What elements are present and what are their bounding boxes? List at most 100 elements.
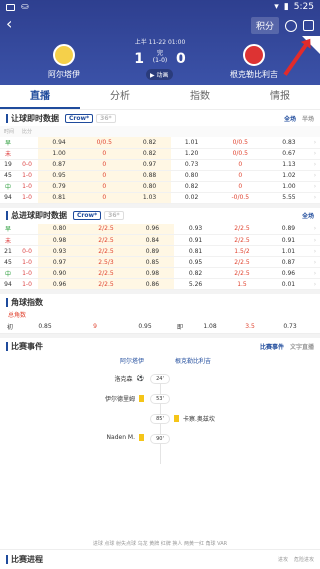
chevron-right-icon[interactable]: › bbox=[310, 245, 320, 257]
odds-cell: 0 bbox=[80, 181, 129, 193]
odds-cell: 0.80 bbox=[170, 170, 213, 182]
odds-row[interactable]: 94 1-0 0.96 2/2.5 0.86 5.26 1.5 0.01 › bbox=[0, 278, 320, 290]
tab-intel[interactable]: 情报 bbox=[240, 85, 320, 109]
odds-row[interactable]: 45 1-0 0.95 0 0.88 0.80 0 1.02 › bbox=[0, 170, 320, 182]
chevron-right-icon[interactable]: › bbox=[310, 278, 320, 290]
odds-cell: 94 bbox=[0, 278, 16, 290]
odds-cell: -0/0.5 bbox=[212, 192, 268, 204]
home-team-name: 阿尔塔伊 bbox=[48, 70, 80, 79]
chevron-right-icon[interactable]: › bbox=[310, 170, 320, 182]
odds-row[interactable]: 未 0.98 2/2.5 0.84 0.91 2/2.5 0.91 › bbox=[0, 234, 320, 246]
odds-cell: 0.67 bbox=[267, 148, 310, 160]
odds-cell: 0.82 bbox=[128, 137, 171, 149]
odds-cell: 0.95 bbox=[38, 170, 81, 182]
share-icon[interactable] bbox=[303, 20, 314, 31]
settings-icon[interactable] bbox=[285, 19, 297, 32]
animation-button[interactable]: ▶ 动画 bbox=[146, 69, 173, 80]
odds-cell bbox=[16, 137, 38, 149]
event-item: 洛克森 ⚽ bbox=[114, 375, 145, 383]
odds-row[interactable]: 中 1-0 0.79 0 0.80 0.82 0 1.00 › bbox=[0, 181, 320, 193]
odds-cell: 1-0 bbox=[16, 192, 38, 204]
odds-cell: 0.81 bbox=[38, 192, 81, 204]
odds-cell: 1-0 bbox=[16, 170, 38, 182]
crow-select-total[interactable]: Crow* bbox=[73, 211, 102, 220]
odds-row[interactable]: 45 1-0 0.97 2.5/3 0.85 0.95 2/2.5 0.87 › bbox=[0, 256, 320, 268]
odds-cell: 0.79 bbox=[38, 181, 81, 193]
points-button[interactable]: 积分 bbox=[250, 17, 279, 34]
odds-cell: 0.88 bbox=[128, 170, 171, 182]
odds-row[interactable]: 早 0.80 2/2.5 0.96 0.93 2/2.5 0.89 › bbox=[0, 223, 320, 235]
odds-cell: 1.13 bbox=[267, 159, 310, 171]
chevron-right-icon[interactable]: › bbox=[310, 192, 320, 204]
tab-live[interactable]: 直播 bbox=[0, 85, 80, 109]
odds-cell: 0.93 bbox=[38, 245, 82, 257]
back-icon[interactable]: ‹ bbox=[6, 16, 12, 32]
goal-icon: ⚽ bbox=[136, 375, 144, 382]
chevron-right-icon[interactable]: › bbox=[310, 159, 320, 171]
total-section-title: 总进球即时数据 Crow* 36* 全场 bbox=[0, 208, 320, 224]
wifi-icon: ▾ bbox=[274, 2, 279, 12]
odds-cell: 2/2.5 bbox=[81, 267, 131, 279]
odds-cell: 0.81 bbox=[173, 245, 218, 257]
odds-row[interactable]: 未 1.00 0 0.82 1.20 0/0.5 0.67 › bbox=[0, 148, 320, 160]
odds-cell: 1.02 bbox=[267, 170, 310, 182]
total-table: 早 0.80 2/2.5 0.96 0.93 2/2.5 0.89 › 未 0.98 2/2.5 0.… bbox=[0, 223, 320, 290]
scope-all[interactable]: 全场 bbox=[284, 114, 296, 123]
odds-row[interactable]: 19 0-0 0.87 0 0.97 0.73 0 1.13 › bbox=[0, 159, 320, 171]
odds-cell: 0.87 bbox=[38, 159, 81, 171]
events-section-title: 比赛事件 比赛事件 文字直播 bbox=[0, 338, 320, 354]
tag-danger-attack: 危险进攻 bbox=[293, 557, 314, 563]
odds-cell: 0 bbox=[212, 159, 268, 171]
odds-row[interactable]: 中 1-0 0.90 2/2.5 0.98 0.82 2/2.5 0.96 › bbox=[0, 267, 320, 279]
tab-analysis[interactable]: 分析 bbox=[80, 85, 160, 109]
odds-cell: 0 bbox=[212, 170, 268, 182]
chevron-right-icon[interactable]: › bbox=[310, 181, 320, 193]
odds-cell: 0.85 bbox=[130, 256, 174, 268]
odds-cell: 1.20 bbox=[170, 148, 213, 160]
event-minute: 85' bbox=[150, 414, 170, 424]
event-item: 卡察.奥兹坎 bbox=[174, 414, 215, 423]
odds-cell: 0.96 bbox=[130, 223, 174, 235]
crow-select[interactable]: Crow* bbox=[65, 113, 94, 123]
odds-cell: 5.26 bbox=[173, 278, 218, 290]
odds-cell: 0.97 bbox=[38, 256, 82, 268]
odds-cell: 0.93 bbox=[173, 223, 218, 235]
odds-row[interactable]: 21 0-0 0.93 2/2.5 0.89 0.81 1.5/2 1.01 › bbox=[0, 245, 320, 257]
odds-cell: 1-0 bbox=[16, 267, 38, 279]
chevron-right-icon[interactable]: › bbox=[310, 234, 320, 246]
odds-cell: 0.82 bbox=[173, 267, 218, 279]
chevron-right-icon[interactable]: › bbox=[310, 137, 320, 149]
odds-row[interactable]: 94 1-0 0.81 0 1.03 0.02 -0/0.5 5.55 › bbox=[0, 192, 320, 204]
half-info: 完 (1-0) bbox=[152, 50, 168, 64]
odds-row[interactable]: 早 0.94 0/0.5 0.82 1.01 0/0.5 0.83 › bbox=[0, 137, 320, 149]
odds-cell: 0.83 bbox=[267, 137, 310, 149]
tab-index[interactable]: 指数 bbox=[160, 85, 240, 109]
tab-events[interactable]: 比赛事件 bbox=[260, 342, 284, 351]
events-home: 阿尔塔伊 bbox=[120, 358, 145, 365]
tab-text-live[interactable]: 文字直播 bbox=[290, 342, 314, 351]
odds-cell: 0.96 bbox=[266, 267, 310, 279]
odds-cell: 0/0.5 bbox=[212, 137, 268, 149]
odds-cell: 2/2.5 bbox=[81, 234, 131, 246]
chevron-right-icon[interactable]: › bbox=[310, 148, 320, 160]
odds-cell: 0 bbox=[212, 181, 268, 193]
away-logo-icon bbox=[243, 44, 265, 66]
away-team[interactable]: 根克勒比利吉 bbox=[230, 44, 278, 80]
scope-half[interactable]: 半场 bbox=[302, 114, 314, 123]
c36-select[interactable]: 36* bbox=[96, 113, 116, 123]
odds-cell: 2/2.5 bbox=[217, 234, 267, 246]
chevron-right-icon[interactable]: › bbox=[310, 256, 320, 268]
events-away: 根克勒比利吉 bbox=[175, 358, 212, 365]
c36-select-total[interactable]: 36* bbox=[104, 211, 124, 220]
chevron-right-icon[interactable]: › bbox=[310, 267, 320, 279]
scope-all-total[interactable]: 全场 bbox=[302, 211, 314, 220]
events-timeline: 阿尔塔伊 根克勒比利吉 24' 洛克森 ⚽ 53' 伊尔德里姆 85' 卡察.奥兹… bbox=[0, 354, 320, 464]
odds-cell: 2/2.5 bbox=[81, 278, 131, 290]
odds-cell: 0 bbox=[80, 159, 129, 171]
odds-cell: 2/2.5 bbox=[81, 245, 131, 257]
odds-cell: 1.01 bbox=[266, 245, 310, 257]
odds-cell: 45 bbox=[0, 170, 16, 182]
chevron-right-icon[interactable]: › bbox=[310, 223, 320, 235]
event-legend: 进球 点球 射失点球 乌龙 黄牌 红牌 换人 两黄一红 角球 VAR bbox=[92, 541, 228, 547]
odds-cell: 1.5 bbox=[217, 278, 267, 290]
